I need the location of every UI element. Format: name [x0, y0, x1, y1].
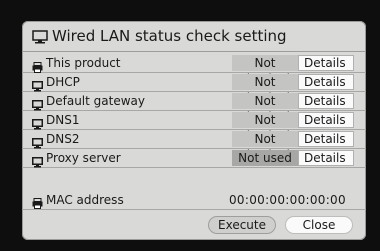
row-default-gateway: Default gateway Not checked Details — [22, 92, 366, 124]
status-value: Not checked — [232, 131, 298, 162]
details-button[interactable]: Details — [298, 150, 354, 166]
details-button[interactable]: Details — [298, 74, 354, 90]
mac-address-value: 00:00:00:00:00:00 — [229, 193, 346, 207]
status-value: Not checked — [232, 112, 298, 143]
monitor-icon — [32, 77, 43, 92]
printer-icon — [32, 194, 43, 209]
row-label: DNS1 — [46, 113, 80, 127]
status-value: Not checked — [232, 74, 298, 105]
dialog-title: Wired LAN status check setting — [52, 27, 287, 45]
row-this-product: This product Not checked Details — [22, 54, 366, 86]
row-label: Default gateway — [46, 94, 145, 108]
monitor-icon — [32, 29, 48, 44]
row-dns2: DNS2 Not checked Details — [22, 130, 366, 162]
details-button[interactable]: Details — [298, 55, 354, 71]
dialog-titlebar: Wired LAN status check setting — [22, 21, 366, 52]
mac-address-row: MAC address 00:00:00:00:00:00 — [22, 191, 366, 209]
row-dns1: DNS1 Not checked Details — [22, 111, 366, 143]
monitor-icon — [32, 153, 43, 168]
monitor-icon — [32, 115, 43, 130]
printer-icon — [32, 58, 43, 73]
row-dhcp: DHCP Not checked Details — [22, 73, 366, 105]
status-value: Not used — [232, 150, 298, 166]
status-value: Not checked — [232, 55, 298, 86]
details-button[interactable]: Details — [298, 112, 354, 128]
row-label: Proxy server — [46, 151, 121, 165]
status-list: This product Not checked Details DHCP No… — [22, 54, 366, 168]
row-label: This product — [46, 56, 121, 70]
monitor-icon — [32, 96, 43, 111]
close-button[interactable]: Close — [285, 216, 353, 234]
row-proxy-server: Proxy server Not used Details — [22, 149, 366, 168]
details-button[interactable]: Details — [298, 93, 354, 109]
row-label: DNS2 — [46, 132, 80, 146]
row-label: DHCP — [46, 75, 80, 89]
details-button[interactable]: Details — [298, 131, 354, 147]
execute-button[interactable]: Execute — [208, 216, 276, 234]
status-value: Not checked — [232, 93, 298, 124]
mac-address-label: MAC address — [46, 193, 124, 207]
divider — [22, 209, 366, 210]
monitor-icon — [32, 134, 43, 149]
status-check-dialog: Wired LAN status check setting This prod… — [22, 21, 366, 240]
